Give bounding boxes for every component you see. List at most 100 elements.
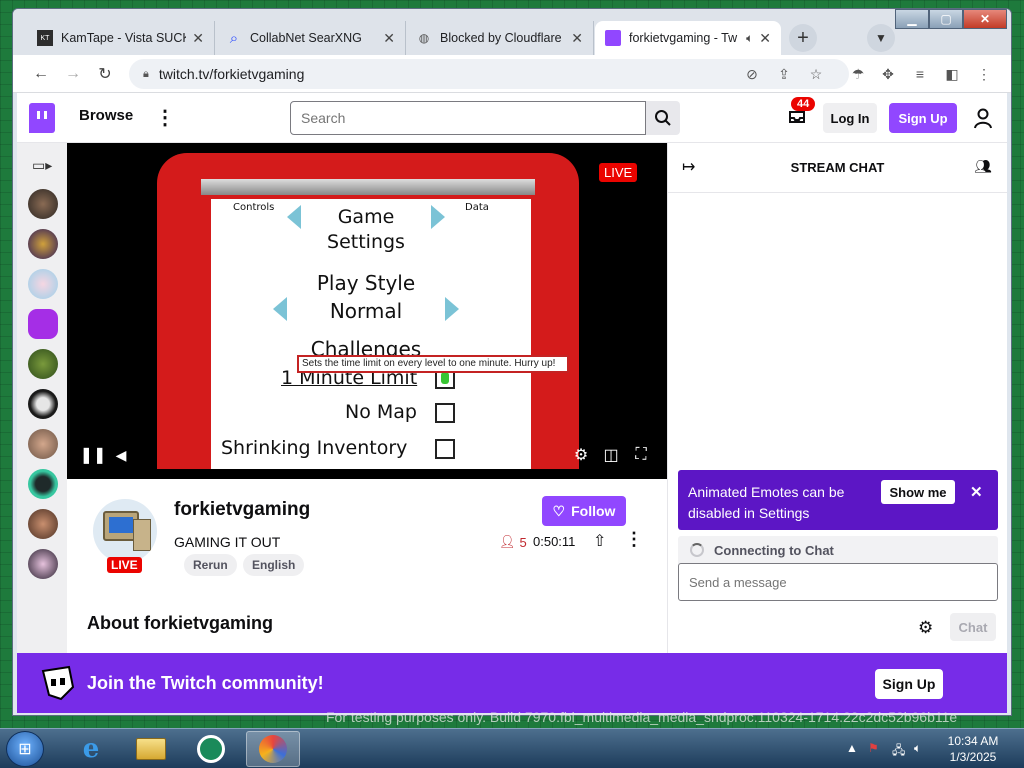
shrinking-inventory-label: Shrinking Inventory — [221, 437, 408, 459]
channel-avatar[interactable] — [28, 549, 58, 579]
browse-link[interactable]: Browse — [79, 107, 133, 124]
video-camera-icon[interactable]: ▭▸ — [32, 157, 52, 174]
volume-icon[interactable]: ◀︎ — [111, 445, 131, 465]
tab-close-icon[interactable]: ✕ — [571, 30, 583, 47]
taskbar-explorer-icon[interactable] — [124, 731, 178, 767]
community-users-icon[interactable]: 👥︎ — [974, 158, 992, 175]
chat-send-button[interactable]: Chat — [950, 613, 996, 641]
channel-avatar[interactable] — [28, 349, 58, 379]
chat-title: STREAM CHAT — [790, 160, 885, 175]
tab-label: CollabNet SearXNG — [250, 31, 362, 45]
notification-badge: 44 — [791, 97, 816, 111]
maximize-button[interactable]: ▢ — [929, 9, 963, 29]
browser-window: KT KamTape - Vista SUCKS ✕ ⌕ CollabNet S… — [12, 8, 1012, 716]
taskbar-app-icon[interactable] — [184, 731, 238, 767]
pause-icon[interactable]: ❚❚ — [80, 445, 107, 465]
forward-button[interactable]: → — [61, 62, 85, 86]
extension-badge-icon[interactable]: ☂ — [847, 63, 869, 85]
no-map-label: No Map — [345, 401, 417, 423]
more-menu-icon[interactable]: ⋮ — [155, 105, 175, 130]
connecting-status: Connecting to Chat — [678, 536, 998, 564]
tab-close-icon[interactable]: ✕ — [192, 30, 204, 47]
channel-avatar[interactable] — [28, 429, 58, 459]
show-hidden-icons[interactable]: ▲ — [846, 741, 858, 755]
channel-info: LIVE forkietvgaming GAMING IT OUT Rerun … — [67, 479, 667, 653]
share-upload-icon[interactable]: ⇧ — [593, 531, 606, 551]
game-settings-title: Game Settings — [327, 206, 405, 253]
channel-avatar-large[interactable] — [93, 499, 157, 563]
tab-audio-icon[interactable]: 🔈︎ — [746, 31, 753, 46]
signup-button[interactable]: Sign Up — [889, 103, 957, 133]
follow-button[interactable]: ♡ Follow — [542, 496, 626, 526]
theatre-mode-icon[interactable]: ◫ — [601, 445, 621, 465]
bookmark-star-icon[interactable]: ☆ — [805, 63, 827, 85]
new-tab-button[interactable]: + — [789, 24, 817, 52]
tag-english[interactable]: English — [243, 554, 305, 576]
channel-avatar[interactable] — [28, 309, 58, 339]
share-icon[interactable]: ⇪ — [773, 63, 795, 85]
window-controls: ▁ ▢ ✕ — [895, 9, 1007, 29]
clock-date: 1/3/2025 — [949, 750, 997, 764]
reading-list-icon[interactable]: ≡ — [909, 63, 931, 85]
close-icon[interactable]: ✕ — [970, 482, 983, 503]
tab-close-icon[interactable]: ✕ — [759, 30, 771, 47]
settings-gear-icon[interactable]: ⚙︎ — [571, 445, 591, 465]
channel-avatar[interactable] — [28, 269, 58, 299]
channel-avatar[interactable] — [28, 229, 58, 259]
video-player[interactable]: Controls Data Game Settings Play Style N… — [67, 143, 667, 479]
minimize-button[interactable]: ▁ — [895, 9, 929, 29]
emote-banner-text: Animated Emotes can be disabled in Setti… — [688, 484, 845, 521]
system-clock[interactable]: 10:34 AM 1/3/2025 — [940, 733, 1006, 765]
volume-tray-icon[interactable]: 🔈︎ — [914, 741, 921, 756]
eye-slash-icon[interactable]: ⊘ — [741, 63, 763, 85]
arrow-left-icon — [287, 205, 301, 229]
channel-category[interactable]: GAMING IT OUT — [174, 534, 280, 550]
search-input[interactable] — [290, 101, 646, 135]
back-button[interactable]: ← — [29, 62, 53, 86]
tag-rerun[interactable]: Rerun — [184, 554, 237, 576]
channel-avatar[interactable] — [28, 469, 58, 499]
channel-avatar[interactable] — [28, 189, 58, 219]
fullscreen-icon[interactable]: ⛶ — [631, 445, 651, 465]
side-nav: ▭▸ — [17, 143, 67, 653]
tab-label: Blocked by Cloudflare :( — [440, 31, 566, 45]
viewer-count-value: 5 — [519, 534, 527, 550]
network-icon[interactable]: 🖧︎ — [892, 741, 905, 762]
twitch-logo-icon[interactable] — [29, 103, 55, 133]
show-me-button[interactable]: Show me — [881, 480, 955, 504]
channel-avatar[interactable] — [28, 389, 58, 419]
search-button[interactable] — [646, 101, 680, 135]
taskbar-browser-icon[interactable] — [246, 731, 300, 767]
channel-live-badge: LIVE — [107, 557, 142, 573]
join-community-banner: Join the Twitch community! Sign Up — [17, 653, 1007, 713]
login-button[interactable]: Log In — [823, 103, 877, 133]
tab-close-icon[interactable]: ✕ — [383, 30, 395, 47]
action-center-icon[interactable]: ⚑ — [868, 741, 879, 755]
glitch-mascot-icon — [41, 665, 75, 701]
tab-twitch[interactable]: forkietvgaming - Tw 🔈︎ ✕ — [595, 21, 781, 55]
channel-name[interactable]: forkietvgaming — [174, 499, 310, 521]
start-button[interactable]: ⊞ — [6, 731, 44, 767]
chat-message-input[interactable] — [678, 563, 998, 601]
taskbar-ie-icon[interactable]: e — [64, 731, 118, 767]
user-icon[interactable] — [973, 107, 993, 129]
tab-search-button[interactable]: ▼ — [867, 24, 895, 52]
channel-avatar[interactable] — [28, 509, 58, 539]
browser-toolbar: ← → ↻ 🔒︎ twitch.tv/forkietvgaming ⊘ ⇪ ☆ … — [13, 55, 1011, 93]
more-options-icon[interactable]: ⋮ — [625, 529, 643, 550]
tab-kamtape[interactable]: KT KamTape - Vista SUCKS ✕ — [27, 21, 215, 55]
chat-settings-icon[interactable]: ⚙︎ — [918, 618, 933, 638]
join-signup-button[interactable]: Sign Up — [875, 669, 943, 699]
side-panel-icon[interactable]: ◧ — [941, 63, 963, 85]
twitch-page: Browse ⋮ 44 Log In Sign Up ▭▸ — [17, 93, 1007, 713]
lock-icon: 🔒︎ — [143, 67, 149, 80]
close-window-button[interactable]: ✕ — [963, 9, 1007, 29]
loading-spinner-icon — [690, 543, 704, 557]
reload-button[interactable]: ↻ — [93, 62, 117, 86]
extensions-puzzle-icon[interactable]: ✥ — [877, 63, 899, 85]
tab-cloudflare[interactable]: ◍ Blocked by Cloudflare :( ✕ — [406, 21, 594, 55]
menu-kebab-icon[interactable]: ⋮ — [973, 63, 995, 85]
tab-searxng[interactable]: ⌕ CollabNet SearXNG ✕ — [216, 21, 406, 55]
globe-favicon-icon: ◍ — [418, 31, 430, 45]
kamtape-favicon-icon: KT — [37, 30, 53, 46]
